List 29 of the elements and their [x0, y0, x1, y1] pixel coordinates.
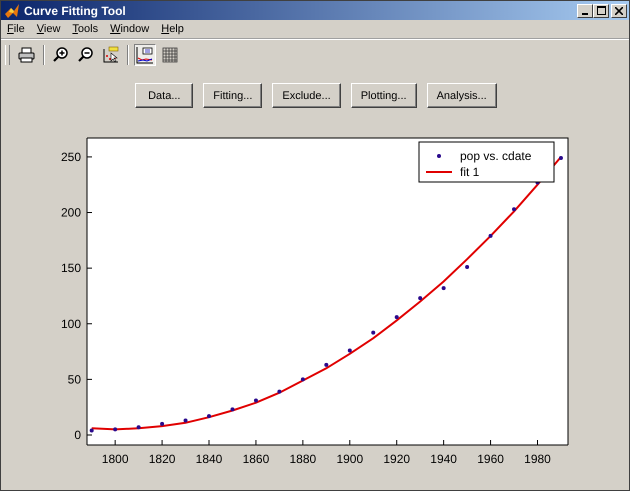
menu-item[interactable]: Tools [72, 23, 98, 35]
x-tick-label: 1960 [477, 452, 504, 466]
menu-item[interactable]: Help [161, 23, 184, 35]
x-tick-label: 1900 [336, 452, 364, 466]
x-tick-label: 1940 [430, 452, 457, 466]
menu-item[interactable]: File [7, 23, 25, 35]
x-tick-label: 1920 [383, 452, 410, 466]
legend-label: pop vs. cdate [460, 149, 532, 163]
x-tick-label: 1820 [148, 452, 176, 466]
y-tick-label: 100 [60, 316, 81, 331]
x-tick-label: 1840 [196, 452, 222, 466]
y-tick-label: 50 [68, 372, 81, 386]
dialog-button[interactable]: Data... [135, 83, 194, 108]
dialog-button[interactable]: Plotting... [350, 83, 417, 108]
menu-item[interactable]: Window [110, 23, 150, 35]
y-tick-label: 200 [60, 206, 81, 220]
menu-item[interactable]: View [36, 23, 60, 35]
x-tick-label: 1860 [242, 452, 270, 466]
y-tick-label: 0 [74, 428, 81, 442]
window-title: Curve Fitting Tool [24, 4, 127, 18]
dialog-button[interactable]: Exclude... [272, 83, 341, 108]
x-tick-label: 1880 [290, 452, 316, 466]
legend-label: fit 1 [460, 165, 480, 179]
dialog-button[interactable]: Fitting... [203, 83, 262, 108]
y-tick-label: 250 [60, 150, 81, 164]
x-tick-label: 1800 [102, 452, 128, 466]
dialog-button[interactable]: Analysis... [426, 83, 497, 108]
x-tick-label: 1980 [524, 452, 551, 466]
y-tick-label: 150 [60, 261, 81, 276]
